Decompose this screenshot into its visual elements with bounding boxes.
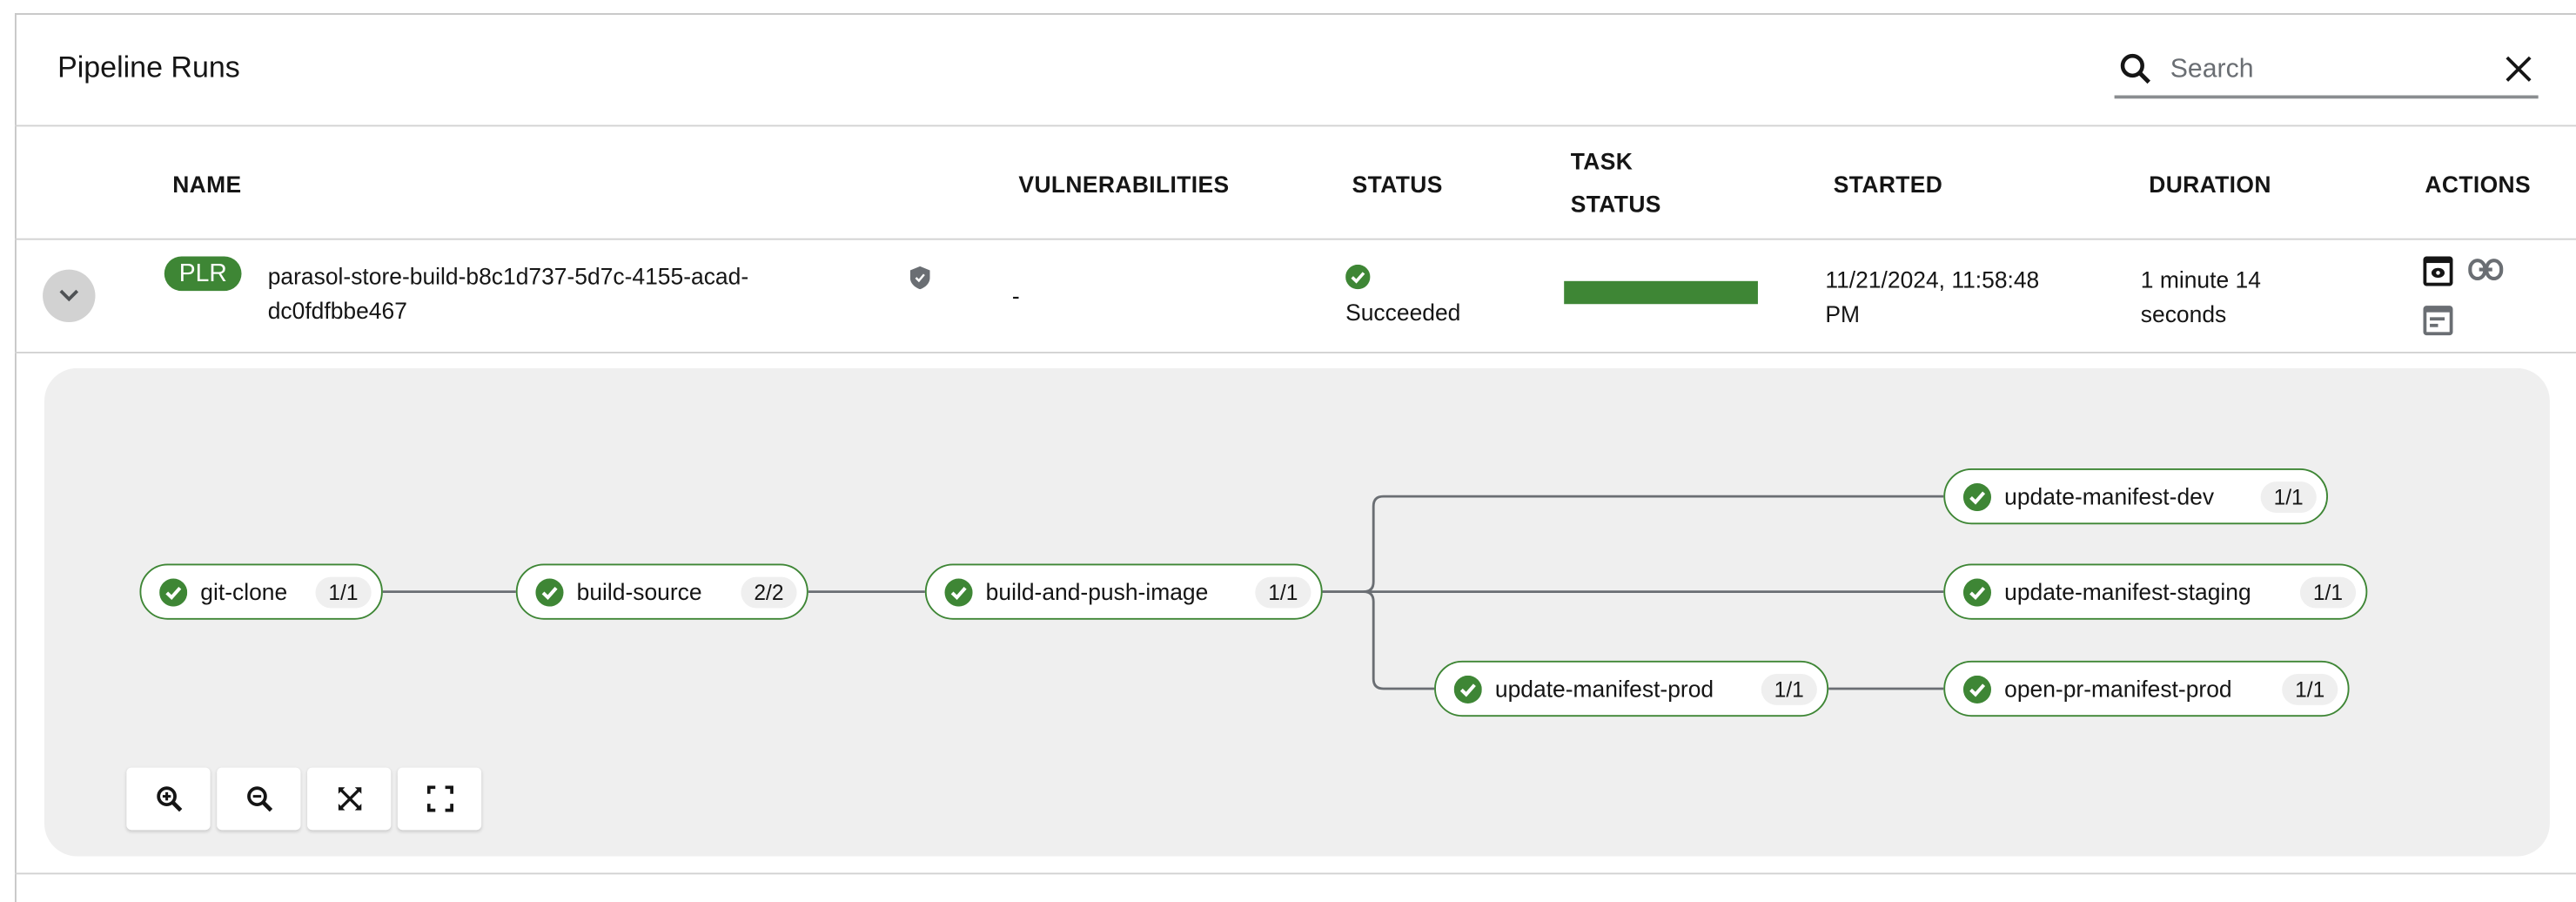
check-circle-icon bbox=[1962, 674, 1992, 703]
check-circle-icon bbox=[535, 577, 564, 606]
node-task-count: 1/1 bbox=[2260, 481, 2317, 513]
node-label: update-manifest-staging bbox=[2004, 578, 2251, 605]
node-label: update-manifest-dev bbox=[2004, 483, 2215, 510]
divider bbox=[14, 872, 2576, 875]
node-label: git-clone bbox=[200, 578, 288, 605]
edge-build-and-push-image-update-manifest-dev bbox=[1322, 495, 1944, 594]
edge-build-and-push-image-update-manifest-prod bbox=[1363, 590, 1435, 690]
check-circle-icon bbox=[1453, 674, 1482, 703]
node-task-count: 1/1 bbox=[2282, 673, 2338, 704]
pipeline-edges bbox=[382, 495, 1944, 690]
fullscreen-icon bbox=[426, 785, 453, 812]
pipeline-node-open-pr-manifest-prod[interactable]: open-pr-manifest-prod 1/1 bbox=[1943, 660, 2350, 717]
pipeline-node-build-and-push-image[interactable]: build-and-push-image 1/1 bbox=[924, 563, 1323, 620]
zoom-out-icon bbox=[246, 786, 272, 812]
node-task-count: 1/1 bbox=[315, 576, 372, 608]
check-circle-icon bbox=[1962, 482, 1992, 511]
node-label: open-pr-manifest-prod bbox=[2004, 675, 2232, 703]
expand-arrows-icon bbox=[337, 787, 361, 811]
node-label: update-manifest-prod bbox=[1494, 675, 1714, 703]
pipeline-node-update-manifest-dev[interactable]: update-manifest-dev 1/1 bbox=[1943, 468, 2329, 525]
node-task-count: 1/1 bbox=[1761, 673, 1817, 704]
node-task-count: 1/1 bbox=[2299, 576, 2357, 608]
pipeline-node-update-manifest-staging[interactable]: update-manifest-staging 1/1 bbox=[1943, 563, 2368, 620]
zoom-in-icon bbox=[156, 786, 182, 812]
pipeline-node-git-clone[interactable]: git-clone 1/1 bbox=[139, 563, 383, 620]
fit-to-screen-button[interactable] bbox=[307, 767, 392, 831]
pipeline-node-build-source[interactable]: build-source 2/2 bbox=[515, 563, 808, 620]
zoom-in-button[interactable] bbox=[126, 767, 211, 831]
node-label: build-source bbox=[576, 578, 702, 605]
pipeline-node-update-manifest-prod[interactable]: update-manifest-prod 1/1 bbox=[1434, 660, 1829, 717]
zoom-out-button[interactable] bbox=[217, 767, 301, 831]
check-circle-icon bbox=[944, 577, 973, 606]
node-label: build-and-push-image bbox=[985, 578, 1209, 605]
reset-view-button[interactable] bbox=[397, 767, 482, 831]
check-circle-icon bbox=[159, 577, 188, 606]
node-task-count: 2/2 bbox=[741, 576, 797, 608]
check-circle-icon bbox=[1962, 577, 1992, 606]
node-task-count: 1/1 bbox=[1255, 576, 1311, 608]
